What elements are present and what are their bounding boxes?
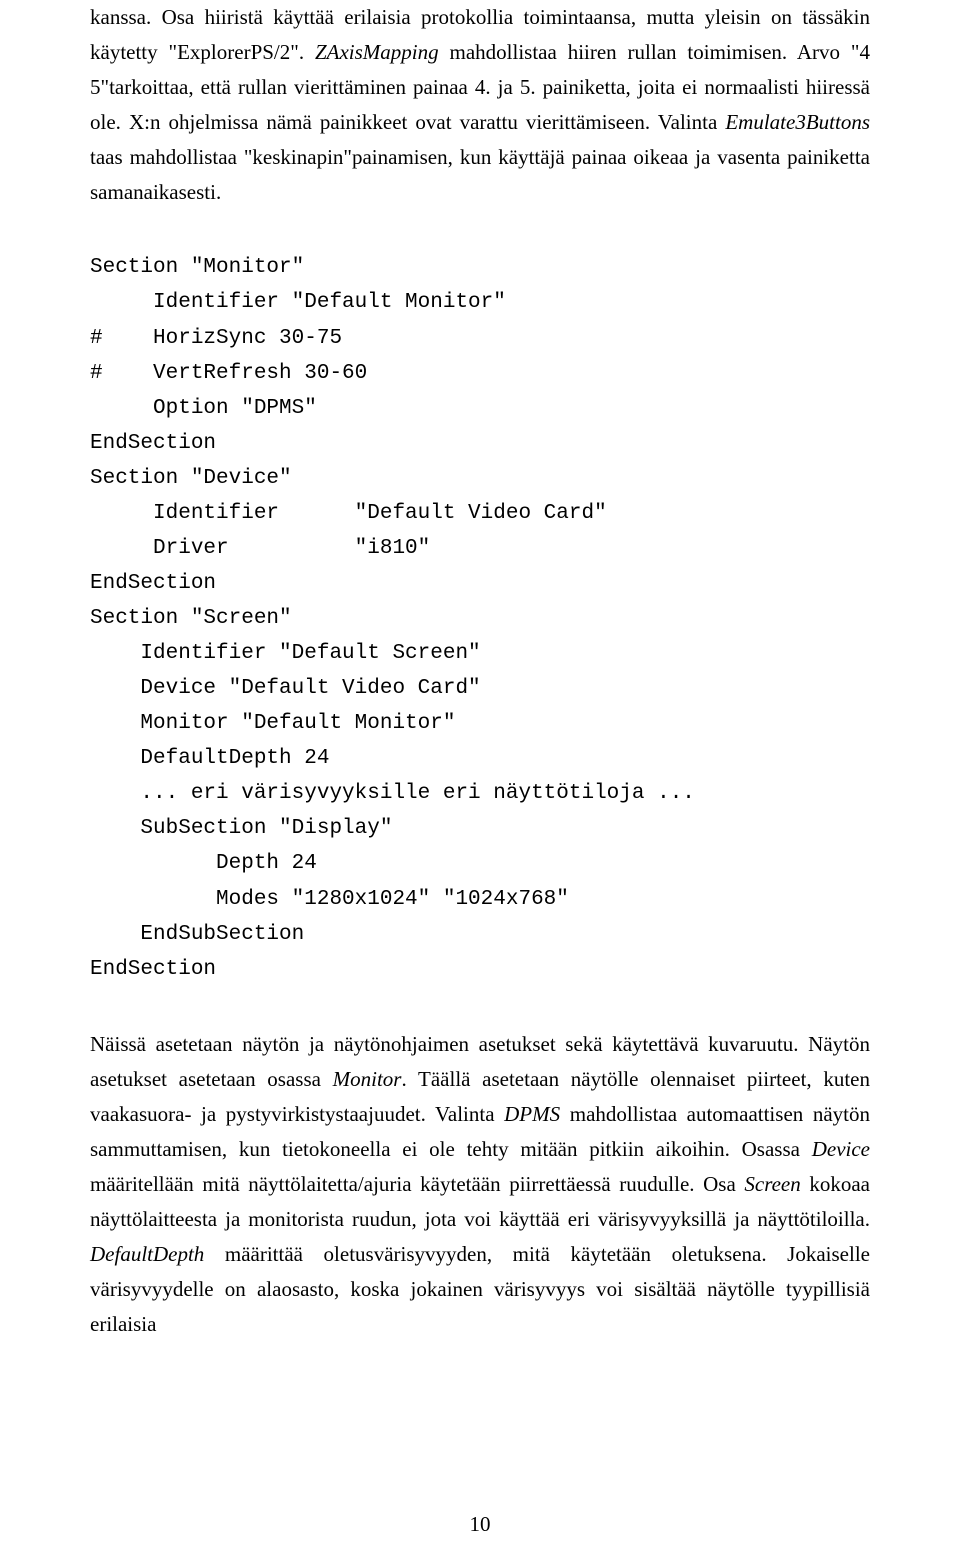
page-number: 10 <box>0 1512 960 1537</box>
p1-italic2: Emulate3Buttons <box>725 110 870 134</box>
p2-seg6: määrittää oletusvärisyvyyden, mitä käyte… <box>90 1242 870 1336</box>
p2-italic4: Screen <box>744 1172 800 1196</box>
paragraph-1: kanssa. Osa hiiristä käyttää erilaisia p… <box>90 0 870 210</box>
p2-italic1: Monitor <box>333 1067 402 1091</box>
p2-italic5: DefaultDepth <box>90 1242 204 1266</box>
p1-seg3: taas mahdollistaa "keskinapin"painamisen… <box>90 145 870 204</box>
p1-italic1: ZAxisMapping <box>315 40 439 64</box>
p2-seg4: määritellään mitä näyttölaitetta/ajuria … <box>90 1172 744 1196</box>
page: kanssa. Osa hiiristä käyttää erilaisia p… <box>0 0 960 1567</box>
p2-italic3: Device <box>812 1137 870 1161</box>
paragraph-2: Näissä asetetaan näytön ja näytönohjaime… <box>90 1027 870 1343</box>
p2-italic2: DPMS <box>504 1102 560 1126</box>
code-block: Section "Monitor" Identifier "Default Mo… <box>90 250 870 986</box>
